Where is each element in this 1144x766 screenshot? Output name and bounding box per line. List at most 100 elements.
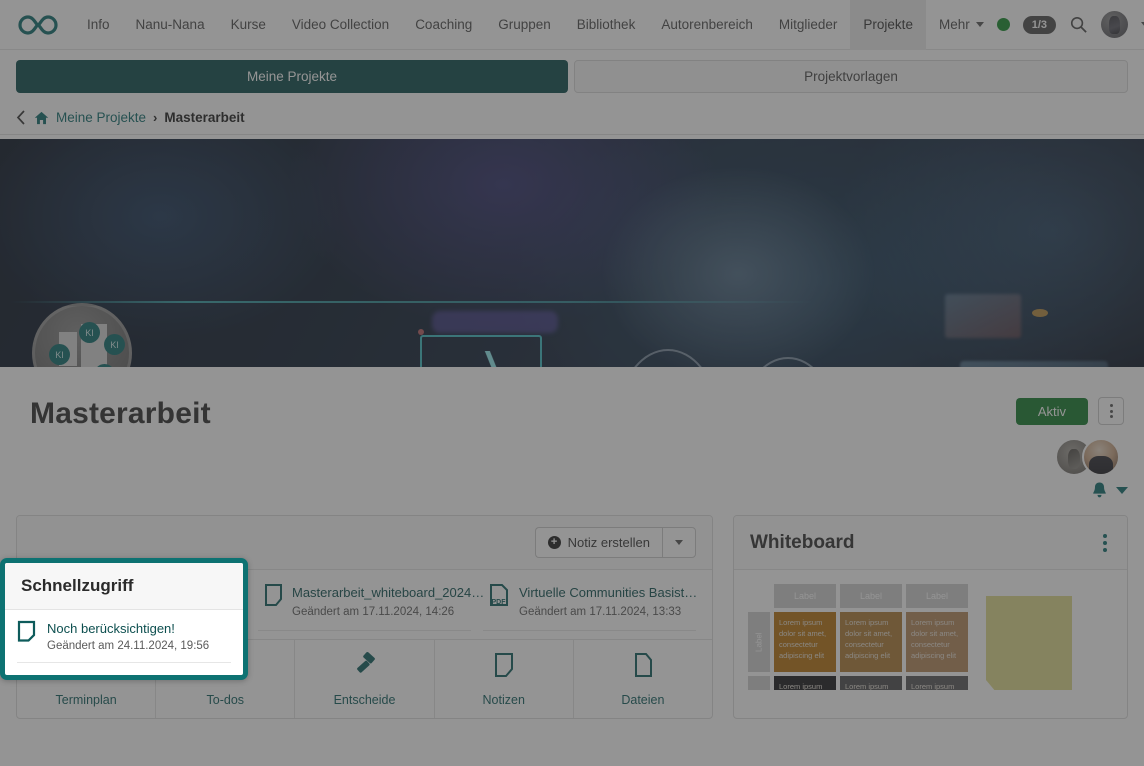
schnellzugriff-popup-body: Noch berücksichtigen! Geändert am 24.11.… (5, 610, 243, 663)
progress-badge[interactable]: 1/3 (1023, 16, 1056, 34)
nav-item-mehr-label: Mehr (939, 0, 970, 50)
create-note-button[interactable]: + Notiz erstellen (535, 527, 662, 558)
breadcrumb-root-link[interactable]: Meine Projekte (56, 110, 146, 125)
whiteboard-cell: Lorem ipsum dolor sit amet, consectetur … (840, 676, 902, 690)
notification-caret-down-icon[interactable] (1116, 487, 1128, 494)
nav-item-projekte[interactable]: Projekte (850, 0, 926, 50)
schnellzugriff-popup[interactable]: Schnellzugriff Noch berücksichtigen! Geä… (0, 558, 248, 680)
pdf-file-icon: PDF (489, 584, 510, 611)
list-item[interactable]: Noch berücksichtigen! Geändert am 24.11.… (17, 620, 231, 663)
whiteboard-row-label: Label (748, 612, 770, 672)
tile-dateien[interactable]: Dateien (574, 640, 712, 718)
nav-right-cluster: 1/3 (997, 11, 1144, 38)
tile-notizen[interactable]: Notizen (435, 640, 574, 718)
whiteboard-row-label: Label (748, 676, 770, 690)
nav-item-list: Info Nanu-Nana Kurse Video Collection Co… (74, 0, 997, 50)
nav-item-bibliothek[interactable]: Bibliothek (564, 0, 649, 50)
ki-badge: KI (104, 334, 125, 355)
project-title-row: Masterarbeit Aktiv (0, 367, 1144, 429)
ki-badge: KI (79, 322, 100, 343)
list-item-name: Masterarbeit_whiteboard_2024… (292, 585, 484, 600)
whiteboard-panel: Whiteboard Label Label Label Label Lorem… (733, 515, 1128, 719)
whiteboard-cell: Lorem ipsum dolor sit amet, consectetur … (840, 612, 902, 672)
note-icon (17, 620, 37, 647)
quick-access-actions: + Notiz erstellen (535, 527, 696, 558)
project-tabs: Meine Projekte Projektvorlagen (0, 50, 1144, 101)
project-members (0, 429, 1144, 477)
status-dot-icon (997, 18, 1010, 31)
home-icon[interactable] (34, 111, 49, 125)
list-item-name: Virtuelle Communities Basist… (519, 585, 697, 600)
tile-entscheide[interactable]: Entscheide (295, 640, 434, 718)
list-item[interactable]: Masterarbeit_whiteboard_2024… Geändert a… (258, 576, 471, 631)
project-hero-banner: KI KI KI KI KI (0, 139, 1144, 367)
gavel-icon (351, 651, 379, 684)
tile-label: To-dos (207, 693, 245, 707)
caret-down-icon (675, 540, 683, 545)
breadcrumb-separator: › (153, 110, 157, 125)
ki-badge: KI (49, 344, 70, 365)
whiteboard-title: Whiteboard (750, 532, 855, 554)
whiteboard-column-label: Label (774, 584, 836, 608)
whiteboard-cell: Lorem ipsum dolor sit amet, consectetur … (774, 612, 836, 672)
title-actions: Aktiv (1016, 397, 1124, 425)
bell-icon[interactable] (1091, 481, 1108, 499)
search-icon[interactable] (1069, 15, 1088, 34)
avatar[interactable] (1101, 11, 1128, 38)
infinity-logo-icon[interactable] (16, 10, 60, 40)
chevron-down-icon (976, 22, 984, 27)
breadcrumb-current: Masterarbeit (164, 110, 244, 125)
list-item-meta: Geändert am 17.11.2024, 13:33 (519, 606, 681, 618)
notification-controls (0, 477, 1144, 503)
app-root: Info Nanu-Nana Kurse Video Collection Co… (0, 0, 1144, 766)
note-file-icon (264, 584, 283, 611)
svg-text:PDF: PDF (492, 599, 507, 606)
nav-item-info[interactable]: Info (74, 0, 123, 50)
tile-label: Terminplan (56, 693, 117, 707)
whiteboard-sticky-note[interactable] (986, 596, 1072, 690)
nav-item-autorenbereich[interactable]: Autorenbereich (648, 0, 766, 50)
list-item-meta: Geändert am 17.11.2024, 14:26 (292, 606, 454, 618)
whiteboard-more-vertical-icon[interactable] (1099, 530, 1111, 556)
create-note-dropdown-button[interactable] (662, 527, 696, 558)
whiteboard-cell: Lorem ipsum dolor sit amet, consectetur … (906, 676, 968, 690)
whiteboard-column-label: Label (906, 584, 968, 608)
nav-item-video-collection[interactable]: Video Collection (279, 0, 402, 50)
tab-meine-projekte[interactable]: Meine Projekte (16, 60, 568, 93)
file-icon (631, 651, 655, 684)
nav-item-nanu-nana[interactable]: Nanu-Nana (123, 0, 218, 50)
tile-label: Notizen (483, 693, 525, 707)
status-badge[interactable]: Aktiv (1016, 398, 1088, 425)
hero-image (0, 139, 1144, 367)
schnellzugriff-title: Schnellzugriff (21, 576, 133, 596)
nav-item-mehr[interactable]: Mehr (926, 0, 997, 50)
breadcrumb: Meine Projekte › Masterarbeit (0, 101, 1144, 135)
note-icon (492, 651, 516, 684)
whiteboard-actions (1099, 530, 1111, 556)
schnellzugriff-popup-header: Schnellzugriff (5, 563, 243, 610)
whiteboard-cell: Lorem ipsum dolor sit amet, consectetur … (774, 676, 836, 690)
list-item-name: Noch berücksichtigen! (47, 621, 175, 636)
create-note-label: Notiz erstellen (568, 535, 650, 550)
page-title: Masterarbeit (30, 397, 211, 431)
project-more-vertical-icon[interactable] (1098, 397, 1124, 425)
tile-label: Dateien (621, 693, 664, 707)
plus-circle-icon: + (548, 536, 561, 549)
whiteboard-column-label: Label (840, 584, 902, 608)
list-item[interactable]: PDF Virtuelle Communities Basist… Geände… (483, 576, 696, 631)
tile-label: Entscheide (334, 693, 396, 707)
create-note-button-group: + Notiz erstellen (535, 527, 696, 558)
top-navigation: Info Nanu-Nana Kurse Video Collection Co… (0, 0, 1144, 50)
whiteboard-panel-header: Whiteboard (734, 516, 1127, 570)
list-item-meta: Geändert am 24.11.2024, 19:56 (47, 640, 209, 652)
nav-item-gruppen[interactable]: Gruppen (485, 0, 564, 50)
nav-item-mitglieder[interactable]: Mitglieder (766, 0, 851, 50)
nav-item-kurse[interactable]: Kurse (218, 0, 279, 50)
back-chevron-left-icon[interactable] (16, 110, 27, 125)
nav-item-coaching[interactable]: Coaching (402, 0, 485, 50)
whiteboard-cell: Lorem ipsum dolor sit amet, consectetur … (906, 612, 968, 672)
member-avatar[interactable] (1082, 438, 1120, 476)
whiteboard-preview[interactable]: Label Label Label Label Lorem ipsum dolo… (734, 570, 1127, 690)
tab-projektvorlagen[interactable]: Projektvorlagen (574, 60, 1128, 93)
hero-chart-graphic (420, 335, 542, 367)
